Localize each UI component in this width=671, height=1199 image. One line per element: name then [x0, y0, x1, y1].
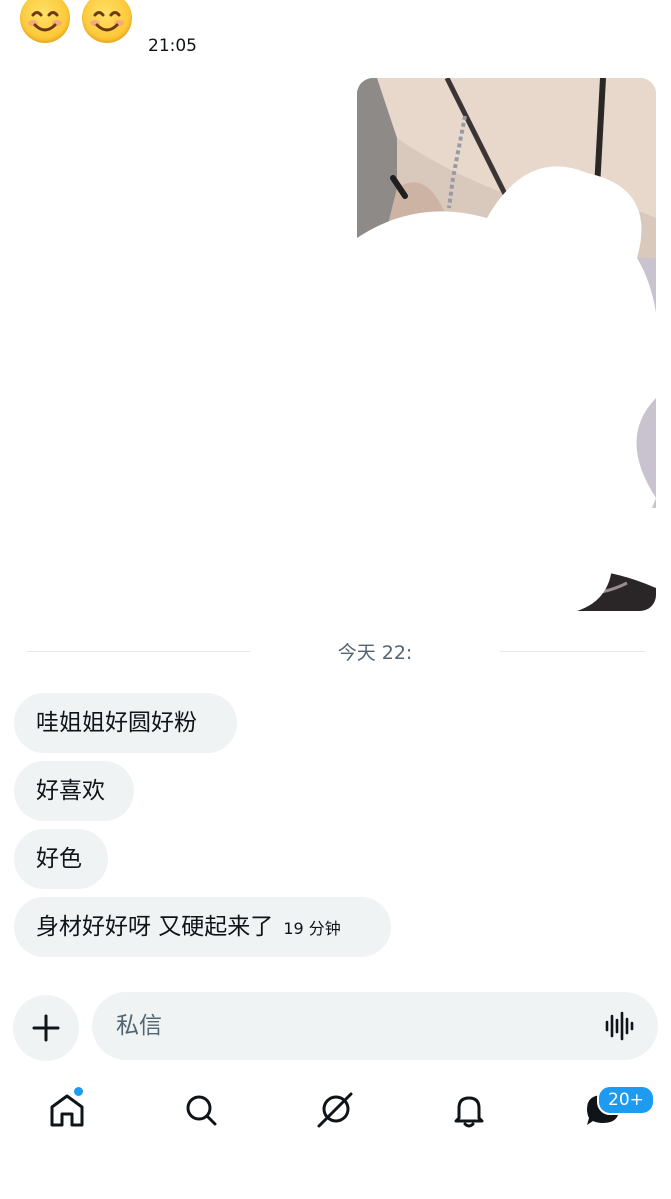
message-bubble[interactable]: 好色: [14, 829, 108, 889]
message-text: 哇姐姐好圆好粉: [36, 710, 197, 736]
sent-image[interactable]: [357, 78, 656, 611]
message-input[interactable]: [116, 992, 586, 1060]
message-composer: [92, 992, 658, 1060]
messages-badge: 20+: [597, 1085, 655, 1115]
nav-home[interactable]: [47, 1090, 87, 1130]
message-text: 好喜欢: [36, 778, 105, 804]
divider-line: [27, 651, 250, 652]
grok-icon: [317, 1092, 353, 1128]
message-timestamp: 21:05: [148, 36, 197, 56]
add-media-button[interactable]: [13, 995, 79, 1061]
home-icon: [50, 1094, 84, 1127]
message-time: 19 分钟: [283, 919, 341, 938]
waveform-icon: [605, 1011, 634, 1041]
message-bubble[interactable]: 身材好好呀 又硬起来了 19 分钟: [14, 897, 391, 957]
voice-message-button[interactable]: [602, 1010, 634, 1042]
plus-icon: [32, 1014, 60, 1042]
nav-search[interactable]: [181, 1090, 221, 1130]
message-text: 身材好好呀 又硬起来了: [36, 914, 274, 940]
message-bubble[interactable]: 好喜欢: [14, 761, 134, 821]
nav-notifications[interactable]: [449, 1090, 489, 1130]
message-bubble[interactable]: 哇姐姐好圆好粉: [14, 693, 237, 753]
home-unread-dot: [74, 1087, 83, 1096]
nav-grok[interactable]: [315, 1090, 355, 1130]
date-divider-label: 今天 22:: [337, 642, 413, 664]
notifications-icon: [454, 1096, 484, 1128]
smiling-face-icon: [20, 0, 70, 43]
message-text: 好色: [36, 846, 82, 872]
smiling-face-icon: [82, 0, 132, 43]
search-icon: [186, 1095, 217, 1126]
divider-line: [500, 651, 645, 652]
